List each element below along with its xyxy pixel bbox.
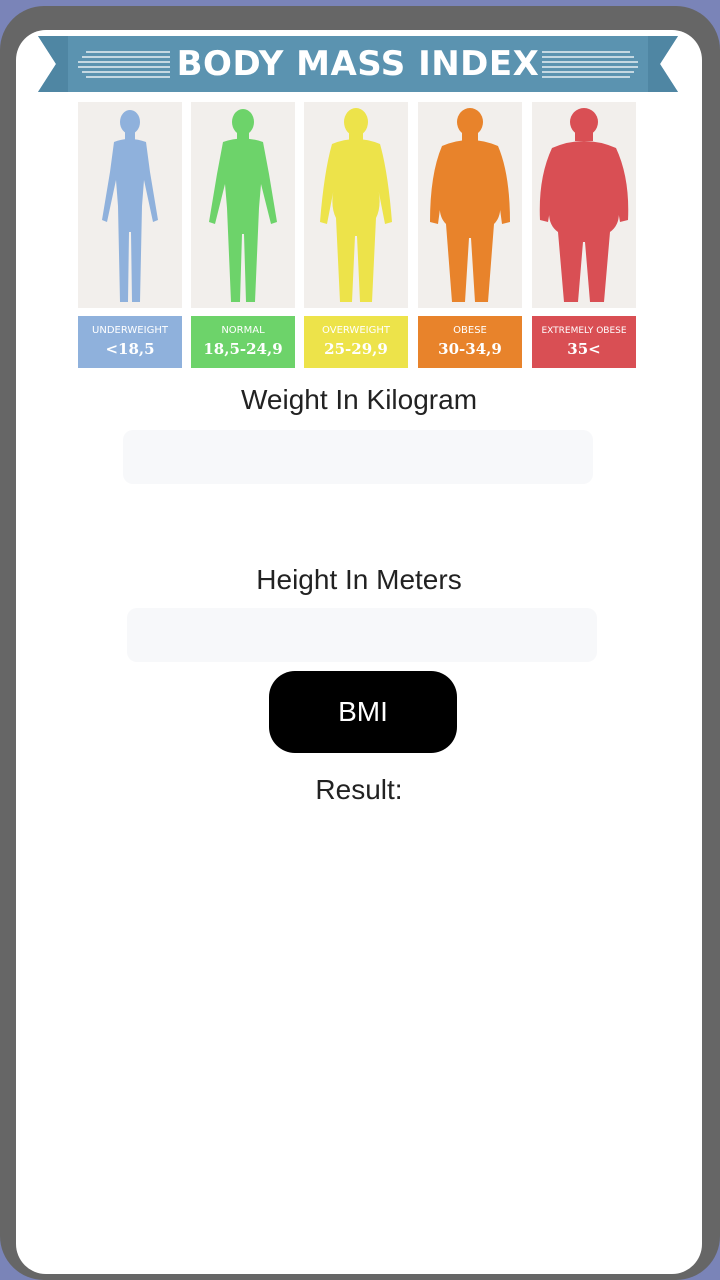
category-name: OBESE — [453, 325, 487, 336]
category-card-extremely-obese: EXTREMELY OBESE 35< — [532, 102, 636, 368]
person-extremely-obese-icon — [539, 108, 629, 302]
category-range: <18,5 — [105, 340, 155, 358]
weight-label: Weight In Kilogram — [240, 384, 478, 415]
category-name: UNDERWEIGHT — [92, 325, 168, 336]
height-input[interactable] — [127, 608, 597, 662]
category-label-box: EXTREMELY OBESE 35< — [532, 316, 636, 368]
category-name: NORMAL — [221, 325, 265, 336]
category-name: OVERWEIGHT — [322, 325, 390, 336]
category-card-underweight: UNDERWEIGHT <18,5 — [78, 102, 182, 368]
category-range: 30-34,9 — [438, 340, 502, 358]
category-card-obese: OBESE 30-34,9 — [418, 102, 522, 368]
weight-input[interactable] — [123, 430, 593, 484]
title-banner: BODY MASS INDEX — [38, 32, 678, 96]
category-range: 18,5-24,9 — [203, 340, 283, 358]
device-frame: BODY MASS INDEX UNDERWEIGHT <18,5 NORMAL… — [0, 6, 720, 1280]
height-label: Height In Meters — [256, 564, 462, 595]
category-label-box: OBESE 30-34,9 — [418, 316, 522, 368]
category-label-box: OVERWEIGHT 25-29,9 — [304, 316, 408, 368]
person-overweight-icon — [320, 108, 392, 302]
category-range: 25-29,9 — [324, 340, 388, 358]
category-label-box: UNDERWEIGHT <18,5 — [78, 316, 182, 368]
app-screen: BODY MASS INDEX UNDERWEIGHT <18,5 NORMAL… — [16, 30, 702, 1274]
category-card-normal: NORMAL 18,5-24,9 — [191, 102, 295, 368]
person-normal-icon — [209, 109, 277, 302]
person-slim-icon — [102, 110, 158, 302]
person-obese-icon — [430, 108, 510, 302]
category-name: EXTREMELY OBESE — [541, 326, 627, 336]
category-range: 35< — [567, 340, 601, 358]
bmi-calculate-button[interactable]: BMI — [269, 671, 457, 753]
category-label-box: NORMAL 18,5-24,9 — [191, 316, 295, 368]
category-card-overweight: OVERWEIGHT 25-29,9 — [304, 102, 408, 368]
result-text: Result: — [315, 774, 403, 805]
app-title: BODY MASS INDEX — [176, 44, 540, 84]
